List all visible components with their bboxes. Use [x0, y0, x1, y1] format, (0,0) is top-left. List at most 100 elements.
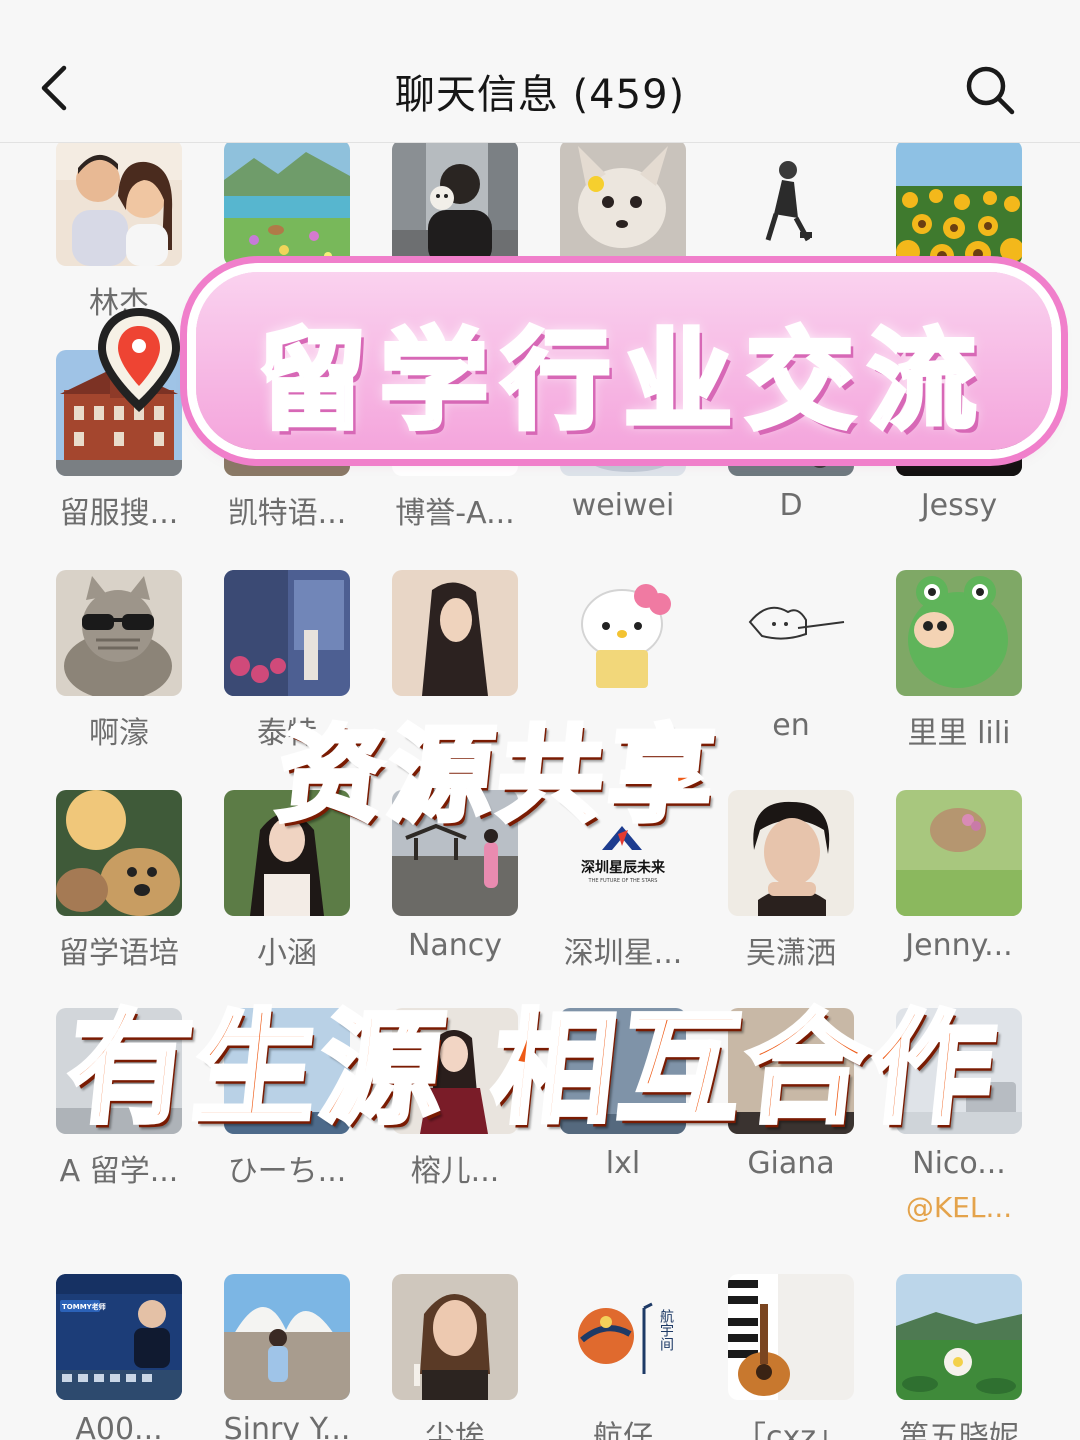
member-tile[interactable]: D — [707, 350, 875, 523]
avatar — [896, 1274, 1022, 1400]
member-name: Jessy — [920, 488, 998, 523]
top-bar: 聊天信息 (459) — [0, 0, 1080, 143]
member-name: A 留学... — [59, 1154, 179, 1189]
member-tile[interactable]: weiwei — [539, 350, 707, 523]
avatar — [224, 570, 350, 696]
member-tile[interactable] — [203, 142, 371, 278]
member-name: 新 — [944, 286, 974, 321]
member-tile[interactable] — [539, 570, 707, 708]
member-name: 泰特 — [257, 716, 317, 751]
member-grid: 林杰 Je 新 留服搜... 凯特语... 博誉-A... weiwei D J… — [0, 142, 1080, 1440]
member-name: en — [772, 708, 810, 743]
member-tile[interactable]: 第五晓妮 — [875, 1274, 1043, 1440]
page-title: 聊天信息 (459) — [394, 72, 686, 118]
member-name: 吴潇洒 — [746, 936, 836, 971]
member-name: D — [779, 488, 803, 523]
avatar — [896, 142, 1022, 266]
avatar — [728, 790, 854, 916]
member-name: Giana — [747, 1146, 835, 1181]
hangyu-logo-text: 航宇间 — [658, 1309, 674, 1352]
member-tile[interactable]: 航宇间 航仔 — [539, 1274, 707, 1440]
member-name: 深圳星... — [563, 936, 683, 971]
avatar — [728, 1008, 854, 1134]
member-tile[interactable]: Je — [707, 142, 875, 313]
member-name: 博誉-A... — [395, 496, 515, 531]
member-tile[interactable]: 凯特语... — [203, 350, 371, 532]
avatar: 航宇间 — [560, 1274, 686, 1400]
member-name: 第五晓妮 — [899, 1420, 1019, 1440]
member-name: Jenny... — [905, 928, 1013, 963]
member-tile[interactable]: ひーち... — [203, 1008, 371, 1190]
member-tile[interactable] — [371, 142, 539, 278]
avatar — [392, 790, 518, 916]
tommy-badge-text: TOMMY老师 — [62, 1302, 106, 1311]
member-name: 凯特语... — [227, 496, 347, 531]
member-name: ひーち... — [227, 1154, 347, 1189]
member-tile[interactable]: 泰特 — [203, 570, 371, 752]
member-name: Sinry Y... — [223, 1412, 351, 1440]
member-name: Nico... — [912, 1146, 1006, 1181]
member-tile[interactable]: 尘埃 — [371, 1274, 539, 1440]
search-button[interactable] — [962, 62, 1018, 118]
member-tile[interactable]: 深圳星辰未来 THE FUTURE OF THE STARS 深圳星... — [539, 790, 707, 972]
member-tile[interactable]: A 留学... — [35, 1008, 203, 1190]
member-tile[interactable]: 新 — [875, 142, 1043, 322]
member-tile[interactable] — [539, 142, 707, 278]
member-tile[interactable]: Sinry Y... — [203, 1274, 371, 1440]
member-tile[interactable]: TOMMY老师 A00... — [35, 1274, 203, 1440]
avatar — [56, 570, 182, 696]
member-tile[interactable]: Giana — [707, 1008, 875, 1181]
shenzhen-logo-text: 深圳星辰未来 — [581, 859, 666, 876]
avatar — [392, 1274, 518, 1400]
member-tile[interactable]: Nancy — [371, 790, 539, 963]
member-tile[interactable] — [371, 570, 539, 708]
avatar — [224, 1008, 350, 1134]
member-tile[interactable]: 「cxz」 — [707, 1274, 875, 1440]
member-tile[interactable]: Jessy — [875, 350, 1043, 523]
avatar — [392, 570, 518, 696]
member-tile[interactable]: Nico... @KEL... — [875, 1008, 1043, 1224]
member-name: 航仔 — [593, 1420, 653, 1440]
member-tile[interactable]: 里里 lili — [875, 570, 1043, 752]
member-tile[interactable]: 留学语培 — [35, 790, 203, 972]
member-name: Je — [777, 278, 805, 313]
member-tile[interactable]: Jenny... — [875, 790, 1043, 963]
avatar — [728, 570, 854, 696]
member-tile[interactable]: 啊濠 — [35, 570, 203, 752]
avatar — [560, 350, 686, 476]
member-name: 留服搜... — [59, 496, 179, 531]
avatar — [392, 350, 518, 476]
avatar — [56, 350, 182, 476]
member-tile[interactable]: 留服搜... — [35, 350, 203, 532]
member-name: 小涵 — [257, 936, 317, 971]
avatar — [56, 1008, 182, 1134]
member-name: 林杰 — [89, 286, 149, 321]
avatar — [224, 350, 350, 476]
avatar: 深圳星辰未来 THE FUTURE OF THE STARS — [560, 790, 686, 916]
avatar — [392, 1008, 518, 1134]
member-name: 啊濠 — [89, 716, 149, 751]
avatar — [896, 790, 1022, 916]
shenzhen-logo-subtext: THE FUTURE OF THE STARS — [588, 878, 658, 884]
member-tile[interactable]: 榕儿... — [371, 1008, 539, 1190]
avatar — [560, 142, 686, 266]
avatar — [896, 350, 1022, 476]
avatar — [896, 1008, 1022, 1134]
avatar — [224, 790, 350, 916]
mention-tag: @KEL... — [905, 1191, 1013, 1224]
member-name: 榕儿... — [410, 1154, 500, 1189]
avatar — [224, 1274, 350, 1400]
member-tile[interactable]: en — [707, 570, 875, 743]
avatar — [224, 142, 350, 266]
member-tile[interactable]: 吴潇洒 — [707, 790, 875, 972]
member-tile[interactable]: 博誉-A... — [371, 350, 539, 532]
avatar: TOMMY老师 — [56, 1274, 182, 1400]
member-tile[interactable]: 小涵 — [203, 790, 371, 972]
member-name: 「cxz」 — [736, 1420, 846, 1440]
member-tile[interactable]: lxl — [539, 1008, 707, 1181]
member-name: A00... — [75, 1412, 163, 1440]
avatar — [560, 570, 686, 696]
search-icon — [966, 66, 1015, 115]
member-tile[interactable]: 林杰 — [35, 142, 203, 322]
avatar — [560, 1008, 686, 1134]
